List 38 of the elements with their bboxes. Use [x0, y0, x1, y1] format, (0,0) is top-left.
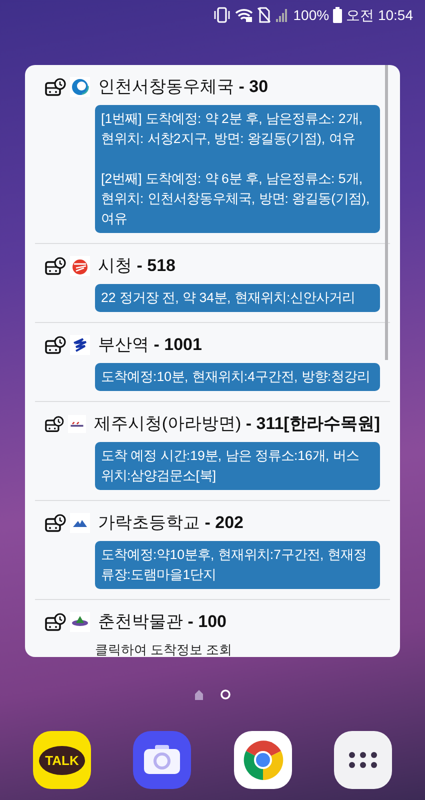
signal-icon: [275, 7, 290, 23]
bus-clock-icon: [45, 514, 66, 532]
stop-title: 제주시청(아라방면) - 311[한라수목원]: [94, 413, 380, 436]
arrival-info: 도착 예정 시간:19분, 남은 정류소:16개, 버스 위치:삼양검문소[북]: [95, 442, 380, 490]
chrome-app-icon[interactable]: [234, 731, 292, 789]
talk-label: TALK: [39, 746, 85, 774]
bus-clock-icon: [45, 256, 66, 276]
stop-title: 가락초등학교 - 202: [98, 512, 244, 534]
clock-time: 오전 10:54: [346, 6, 413, 24]
hint-text: 클릭하여 도착정보 조회: [95, 641, 234, 657]
logo-icon: [70, 513, 90, 533]
stop-title: 인천서창동우체국 - 30: [98, 76, 268, 98]
arrival-info: 도착예정:약10분후, 현재위치:7구간전, 현재정류장:도램마을1단지: [95, 541, 380, 589]
bus-clock-icon: [45, 78, 66, 96]
logo-icon: [70, 335, 90, 355]
no-sim-icon: [257, 7, 272, 23]
arrival-info: [1번째] 도착예정: 약 2분 후, 남은정류소: 2개, 현위치: 서창2지구, 방면: 왕길동(기점), 여유 [2번째] 도착예정: 약 6분 후, 남은정류소: 5개, 현위치: 인천서창동우체국, 방면: 왕길동(기점), 여유: [95, 105, 380, 233]
battery-percentage: 100%: [293, 6, 330, 24]
logo-icon: [68, 414, 86, 434]
stop-title: 춘천박물관 - 100: [98, 611, 226, 634]
wifi-icon: [235, 7, 254, 23]
apps-grid-icon[interactable]: [334, 731, 392, 789]
logo-icon: [70, 612, 90, 632]
logo-icon: [70, 256, 90, 276]
page-dot-icon[interactable]: [220, 688, 231, 700]
bus-clock-icon: [45, 612, 66, 632]
stop-title: 시청 - 518: [98, 255, 176, 278]
camera-app-icon[interactable]: [133, 731, 192, 789]
bus-clock-icon: [45, 336, 66, 354]
vibrate-icon: [213, 7, 232, 23]
arrival-info: 22 정거장 전, 약 34분, 현재위치:신안사거리: [95, 284, 380, 312]
logo-icon: [70, 77, 90, 97]
arrival-info: 도착예정:10분, 현재위치:4구간전, 방향:청강리: [95, 363, 380, 391]
bus-clock-icon: [45, 414, 64, 434]
stop-title: 부산역 - 1001: [98, 334, 202, 356]
battery-icon: [333, 7, 342, 23]
kakaotalk-app-icon[interactable]: TALK: [33, 731, 91, 789]
home-page-icon[interactable]: [194, 688, 204, 700]
